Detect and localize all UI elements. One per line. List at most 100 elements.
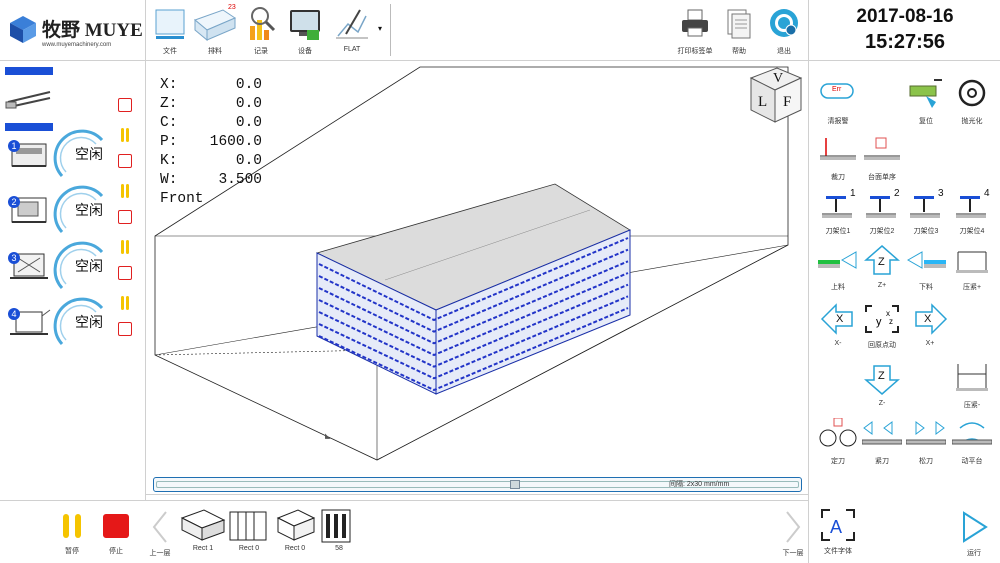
unload-button[interactable]: 下料 bbox=[906, 244, 946, 294]
polish-button[interactable]: 抛光化 bbox=[952, 78, 992, 128]
bottom-separator bbox=[0, 500, 808, 501]
z-plus-button[interactable]: Z Z+ bbox=[862, 244, 902, 294]
table-sequence-button[interactable]: 台面单序 bbox=[862, 134, 902, 184]
coordinate-readout: X: 0.0 Z: 0.0 C: 0.0 P: 1600.0 K: 0.0 W: 3.500… bbox=[160, 76, 262, 209]
toolbar-nesting-button[interactable]: 23 排料 bbox=[192, 2, 238, 56]
toolholder-3-button[interactable]: 3 刀架位3 bbox=[906, 188, 946, 238]
holder-number: 2 bbox=[894, 188, 900, 199]
button-label: 清报警 bbox=[827, 118, 849, 125]
run-button[interactable]: 运行 bbox=[958, 510, 990, 558]
toolbar-device-button[interactable]: 设备 bbox=[284, 2, 326, 56]
prev-layer-button[interactable]: 上一层 bbox=[148, 510, 172, 558]
polish-icon bbox=[958, 79, 986, 107]
print-label-button[interactable]: 打印标签单 bbox=[672, 2, 718, 56]
readout-row-w: W: 3.500 bbox=[160, 171, 262, 190]
toolholder-1-button[interactable]: 1 刀架位1 bbox=[818, 188, 858, 238]
feeder-machine-icon[interactable] bbox=[4, 84, 54, 114]
horizontal-scrollbar[interactable]: 间隔: 2x30 mm/mm bbox=[153, 477, 802, 492]
file-box-icon bbox=[155, 9, 185, 39]
layer-box-icon bbox=[229, 511, 267, 541]
station-number-badge: 2 bbox=[8, 196, 20, 208]
station-3[interactable]: 3 空闲 bbox=[0, 240, 140, 296]
monitor-icon bbox=[290, 10, 320, 40]
station-alarm-box[interactable] bbox=[118, 266, 132, 280]
toolbar-flat-button[interactable]: FLAT bbox=[330, 2, 374, 56]
signal-bars-icon bbox=[121, 128, 129, 142]
signal-bars-icon bbox=[121, 296, 129, 310]
button-label: Z- bbox=[878, 400, 886, 407]
layer-chip-2[interactable]: Rect 0 bbox=[226, 506, 272, 552]
reset-icon bbox=[909, 79, 942, 108]
clamp-down-button[interactable]: 压紧- bbox=[952, 362, 992, 412]
station-4[interactable]: 4 空闲 bbox=[0, 296, 140, 352]
next-layer-button[interactable]: 下一层 bbox=[780, 510, 806, 558]
readout-row-x: X: 0.0 bbox=[160, 76, 262, 95]
stop-button[interactable]: 停止 bbox=[102, 512, 130, 558]
toolbar-label: 记录 bbox=[254, 48, 268, 55]
button-label: 上一层 bbox=[149, 550, 171, 557]
stop-icon bbox=[103, 514, 129, 538]
error-clear-icon bbox=[820, 83, 854, 99]
knife-button[interactable]: 裁刀 bbox=[818, 134, 858, 184]
reset-button[interactable]: 复位 bbox=[906, 78, 946, 128]
layer-chip-4[interactable]: 58 bbox=[316, 506, 362, 552]
font-button[interactable]: A 文件字体 bbox=[820, 508, 856, 558]
pause-button[interactable]: 暂停 bbox=[58, 512, 86, 558]
layer-label: Rect 0 bbox=[284, 545, 306, 552]
axis-label: P: bbox=[160, 134, 178, 150]
brand-name: 牧野 MUYE bbox=[42, 20, 143, 41]
station-2[interactable]: 2 空闲 bbox=[0, 184, 140, 240]
table-sequence-icon bbox=[864, 137, 900, 160]
feeder-status-box[interactable] bbox=[118, 98, 132, 112]
clear-alarm-button[interactable]: Err 清报警 bbox=[818, 78, 858, 128]
fix-knife-button[interactable]: 定刀 bbox=[818, 418, 858, 468]
button-label: 运行 bbox=[967, 550, 981, 557]
axis-value: 0.0 bbox=[235, 153, 262, 169]
toolbar-label: 帮助 bbox=[732, 48, 746, 55]
station-number-badge: 4 bbox=[8, 308, 20, 320]
station-status: 空闲 bbox=[75, 202, 103, 218]
toolbar-file-button[interactable]: 文件 bbox=[148, 2, 192, 56]
station-alarm-box[interactable] bbox=[118, 210, 132, 224]
load-button[interactable]: 上料 bbox=[818, 244, 858, 294]
chevron-left-icon bbox=[152, 511, 167, 543]
right-panel-divider bbox=[808, 0, 809, 563]
x-plus-button[interactable]: X X+ bbox=[910, 302, 950, 352]
z-minus-button[interactable]: Z Z- bbox=[862, 362, 902, 412]
x-minus-button[interactable]: X X- bbox=[818, 302, 858, 352]
clamp-up-icon bbox=[956, 251, 988, 273]
toolbar-records-button[interactable]: 记录 bbox=[240, 2, 282, 56]
scale-text: 间隔: 2x30 mm/mm bbox=[669, 481, 730, 488]
view-cube-top-label: V bbox=[773, 71, 784, 86]
axis-label: K: bbox=[160, 153, 178, 169]
toolbar-more-chevron-icon[interactable]: ▾ bbox=[378, 24, 388, 34]
muye-cube-icon bbox=[10, 16, 36, 43]
button-label: 压紧+ bbox=[962, 284, 982, 291]
layer-chip-1[interactable]: Rect 1 bbox=[180, 506, 226, 552]
clock: 2017-08-16 15:27:56 bbox=[812, 0, 998, 60]
exit-button[interactable]: 退出 bbox=[762, 2, 806, 56]
station-alarm-box[interactable] bbox=[118, 154, 132, 168]
layer-chip-3[interactable]: Rect 0 bbox=[272, 506, 318, 552]
layer-label: Rect 0 bbox=[238, 545, 260, 552]
clamp-up-button[interactable]: 压紧+ bbox=[952, 244, 992, 294]
station-1[interactable]: 1 空闲 bbox=[0, 128, 140, 184]
station-alarm-box[interactable] bbox=[118, 322, 132, 336]
toolholder-2-button[interactable]: 2 刀架位2 bbox=[862, 188, 902, 238]
layer-panel-icon bbox=[321, 509, 351, 543]
help-button[interactable]: 帮助 bbox=[718, 2, 760, 56]
station-status: 空闲 bbox=[75, 314, 103, 330]
toolholder-4-button[interactable]: 4 刀架位4 bbox=[952, 188, 992, 238]
view-name: Front bbox=[160, 191, 204, 207]
axis-letter: X bbox=[924, 313, 932, 325]
axis-label: W: bbox=[160, 172, 178, 188]
platform-button[interactable]: 动平台 bbox=[952, 418, 992, 468]
home-button[interactable]: y x z 回原点动 bbox=[862, 302, 902, 352]
readout-row-k: K: 0.0 bbox=[160, 152, 262, 171]
layer-label: Rect 1 bbox=[192, 545, 214, 552]
release-button[interactable]: 松刀 bbox=[906, 418, 946, 468]
scroll-thumb[interactable] bbox=[510, 480, 520, 489]
toolbar-more-divider bbox=[390, 4, 391, 56]
tighten-button[interactable]: 紧刀 bbox=[862, 418, 902, 468]
station-status: 空闲 bbox=[75, 146, 103, 162]
